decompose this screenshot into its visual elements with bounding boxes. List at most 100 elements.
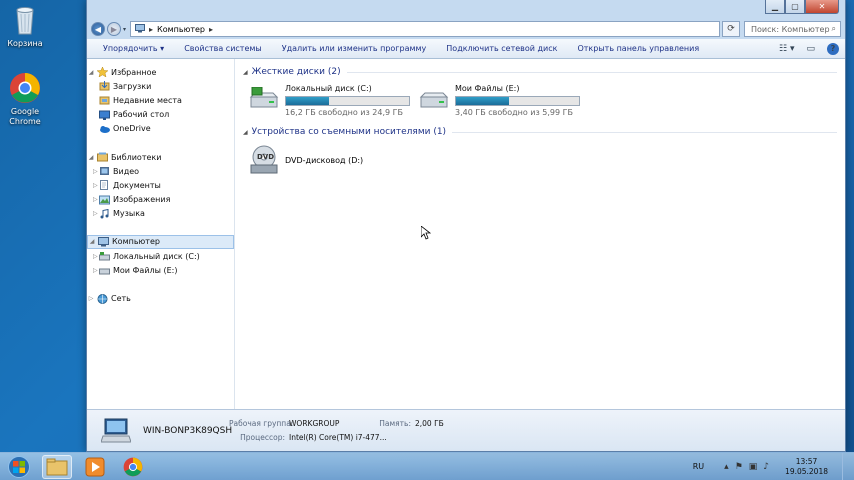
nav-item-network[interactable]: ▷ Сеть <box>87 291 234 305</box>
nav-item-desktop[interactable]: Рабочий стол <box>87 108 234 122</box>
uninstall-program-button[interactable]: Удалить или изменить программу <box>272 44 437 53</box>
workgroup-label: Рабочая группа: <box>229 419 294 428</box>
language-indicator[interactable]: RU <box>693 462 704 471</box>
nav-item-video[interactable]: ▷ Видео <box>87 164 234 178</box>
system-properties-button[interactable]: Свойства системы <box>174 44 272 53</box>
expand-arrow-icon[interactable]: ▷ <box>87 182 98 189</box>
nav-item-downloads[interactable]: Загрузки <box>87 79 234 93</box>
nav-item-favorites[interactable]: ◢ Избранное <box>87 65 234 79</box>
desktop-icon-chrome[interactable]: Google Chrome <box>0 72 50 127</box>
folder-icon <box>46 458 68 475</box>
nav-item-documents[interactable]: ▷ Документы <box>87 178 234 192</box>
system-drive-icon <box>99 251 110 261</box>
drive-free-space: 3,40 ГБ свободно из 5,99 ГБ <box>455 108 574 117</box>
expand-arrow-icon[interactable]: ▷ <box>87 253 98 260</box>
close-button[interactable]: ✕ <box>805 0 839 14</box>
title-bar[interactable]: ▁ ▢ ✕ <box>87 0 845 22</box>
expand-arrow-icon[interactable]: ▷ <box>87 196 98 203</box>
taskbar-media-player[interactable] <box>80 455 110 479</box>
breadcrumb-computer[interactable]: Компьютер <box>157 25 205 34</box>
desktop-icon-recycle-bin[interactable]: Корзина <box>0 4 50 49</box>
hard-drive-icon <box>99 265 110 275</box>
show-hidden-icons-icon[interactable]: ▴ <box>724 462 729 472</box>
drive-item-dvd[interactable]: DVD DVD-дисковод (D:) <box>243 139 837 175</box>
onedrive-icon <box>99 124 110 134</box>
maximize-icon: ▢ <box>791 2 799 11</box>
preview-pane-icon[interactable]: ▭ <box>806 44 815 54</box>
nav-label: Недавние места <box>113 95 182 105</box>
expand-arrow-icon[interactable]: ▷ <box>87 210 98 217</box>
address-bar[interactable]: ▸ Компьютер ▸ <box>130 21 721 37</box>
show-desktop-button[interactable] <box>842 452 854 480</box>
memory-value: 2,00 ГБ <box>415 419 444 428</box>
hard-drive-icon <box>419 87 449 109</box>
nav-item-music[interactable]: ▷ Музыка <box>87 207 234 221</box>
open-control-panel-button[interactable]: Открыть панель управления <box>567 44 709 53</box>
help-icon[interactable]: ? <box>827 42 839 55</box>
search-icon: ⌕ <box>831 24 836 33</box>
nav-item-onedrive[interactable]: OneDrive <box>87 122 234 136</box>
nav-label: Видео <box>113 166 140 176</box>
change-view-icon[interactable]: ☷ ▾ <box>779 44 794 54</box>
back-button[interactable]: ◀ <box>91 22 105 36</box>
dvd-drive-icon: DVD <box>249 145 279 175</box>
taskbar-explorer[interactable] <box>42 454 72 479</box>
computer-icon <box>100 418 132 444</box>
breadcrumb-arrow-icon[interactable]: ▸ <box>149 25 153 34</box>
recent-places-icon <box>99 95 110 105</box>
start-button[interactable] <box>4 455 34 479</box>
collapse-arrow-icon[interactable]: ◢ <box>243 129 248 136</box>
breadcrumb-arrow-icon[interactable]: ▸ <box>209 25 213 34</box>
workgroup-value: WORKGROUP <box>289 419 340 428</box>
system-details: Рабочая группа: WORKGROUP Память: 2,00 Г… <box>229 419 475 442</box>
minimize-button[interactable]: ▁ <box>765 0 785 14</box>
main-area: ◢ Избранное Загрузки Недавние места Рабо… <box>87 59 845 409</box>
system-drive-icon <box>249 86 279 109</box>
map-network-drive-button[interactable]: Подключить сетевой диск <box>436 44 567 53</box>
nav-item-libraries[interactable]: ◢ Библиотеки <box>87 150 234 164</box>
expand-arrow-icon[interactable]: ▷ <box>87 267 98 274</box>
clock-time: 13:57 <box>795 456 818 466</box>
documents-icon <box>99 180 110 191</box>
collapse-arrow-icon[interactable]: ◢ <box>243 69 248 76</box>
nav-label: Библиотеки <box>111 152 162 162</box>
command-bar: Упорядочить ▾ Свойства системы Удалить и… <box>87 39 845 59</box>
drive-usage-bar <box>285 96 410 106</box>
group-title: Жесткие диски (2) <box>251 67 341 77</box>
group-header-removable[interactable]: ◢ Устройства со съемными носителями (1) <box>243 125 837 139</box>
action-center-icon[interactable]: ⚑ <box>735 462 743 472</box>
maximize-button[interactable]: ▢ <box>785 0 805 14</box>
history-dropdown-icon[interactable]: ▾ <box>123 26 126 33</box>
details-pane: WIN-BONP3K89QSH Рабочая группа: WORKGROU… <box>87 409 845 451</box>
organize-button[interactable]: Упорядочить ▾ <box>93 44 174 53</box>
nav-label: OneDrive <box>113 124 151 134</box>
media-player-icon <box>85 457 105 476</box>
collapse-arrow-icon[interactable]: ◢ <box>87 69 95 76</box>
expand-arrow-icon[interactable]: ▷ <box>87 168 98 175</box>
drive-item-c[interactable]: Локальный диск (C:) 16,2 ГБ свободно из … <box>249 83 419 117</box>
nav-item-my-files-e[interactable]: ▷ Мои Файлы (E:) <box>87 263 234 277</box>
nav-item-local-disk-c[interactable]: ▷ Локальный диск (C:) <box>87 249 234 263</box>
collapse-arrow-icon[interactable]: ◢ <box>87 154 95 161</box>
collapse-arrow-icon[interactable]: ◢ <box>88 238 96 245</box>
drive-item-e[interactable]: Мои Файлы (E:) 3,40 ГБ свободно из 5,99 … <box>419 83 589 117</box>
expand-arrow-icon[interactable]: ▷ <box>87 295 95 302</box>
refresh-button[interactable]: ⟳ <box>722 21 741 37</box>
nav-item-pictures[interactable]: ▷ Изображения <box>87 193 234 207</box>
forward-button[interactable]: ▶ <box>107 22 121 36</box>
drive-usage-bar <box>455 96 580 106</box>
network-status-icon[interactable]: ▣ <box>749 462 758 472</box>
volume-icon[interactable]: ♪ <box>763 462 769 472</box>
taskbar-chrome[interactable] <box>118 455 148 479</box>
nav-item-recent-places[interactable]: Недавние места <box>87 93 234 107</box>
search-input[interactable]: Поиск: Компьютер ⌕ <box>744 21 841 37</box>
libraries-icon <box>97 152 108 162</box>
nav-item-computer[interactable]: ◢ Компьютер <box>87 234 234 250</box>
back-arrow-icon: ◀ <box>94 24 102 34</box>
group-header-hard-drives[interactable]: ◢ Жесткие диски (2) <box>243 65 837 79</box>
dvd-badge: DVD <box>257 153 274 161</box>
clock[interactable]: 13:57 19.05.2018 <box>785 457 828 477</box>
pictures-icon <box>99 195 110 205</box>
nav-label: Избранное <box>111 67 157 77</box>
drive-name: Мои Файлы (E:) <box>455 84 520 93</box>
